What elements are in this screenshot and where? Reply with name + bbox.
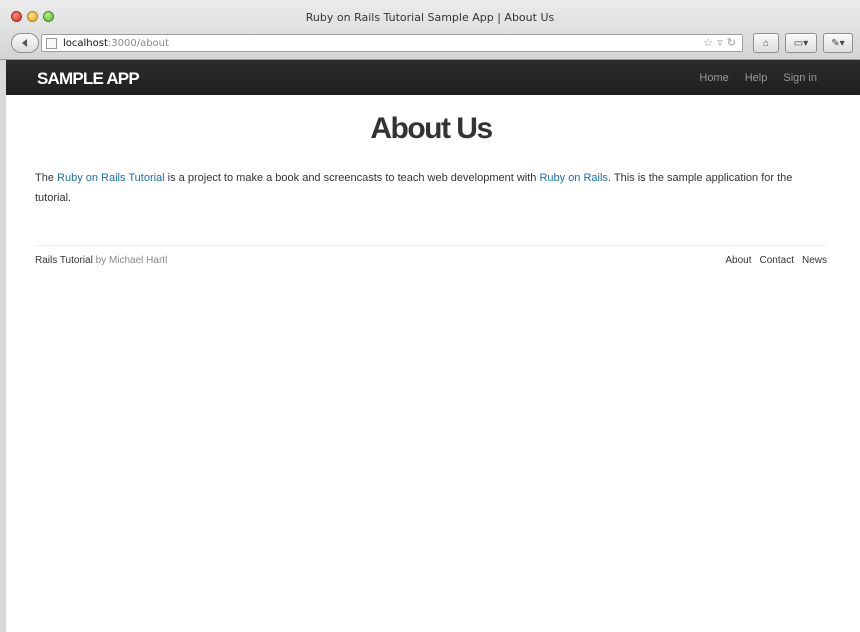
browser-window: Ruby on Rails Tutorial Sample App | Abou… [0,0,860,632]
site-logo[interactable]: SAMPLE APP [37,69,140,89]
author-link[interactable]: Michael Hartl [109,255,167,266]
site-navbar: SAMPLE APP Home Help Sign in [6,60,860,95]
extensions-button[interactable]: ✎▾ [823,33,853,53]
footer-brand: Rails Tutorial [35,255,93,266]
nav-link-help[interactable]: Help [745,72,768,84]
ruby-on-rails-link[interactable]: Ruby on Rails [539,172,607,184]
sidebar-icon: ▭▾ [793,37,809,49]
url-bar-icons: ☆ ▿ ↻ [703,36,736,49]
footer-link-news[interactable]: News [802,255,827,266]
footer-link-about[interactable]: About [725,255,751,266]
window-title: Ruby on Rails Tutorial Sample App | Abou… [305,11,555,24]
home-icon: ⌂ [762,37,770,49]
home-button[interactable]: ⌂ [753,33,779,53]
nav-link-sign-in[interactable]: Sign in [783,72,817,84]
main-content: About Us The Ruby on Rails Tutorial is a… [35,95,827,208]
rails-tutorial-link[interactable]: Ruby on Rails Tutorial [57,172,165,184]
url-host: localhost [63,37,108,49]
about-paragraph: The Ruby on Rails Tutorial is a project … [35,168,827,208]
dropdown-icon[interactable]: ▿ [717,36,723,49]
extensions-icon: ✎▾ [831,37,845,49]
footer-links: About Contact News [725,255,827,266]
footer-link-contact[interactable]: Contact [760,255,794,266]
page-icon [46,37,57,49]
back-button[interactable] [11,33,39,53]
url-path: :3000/about [107,37,169,49]
site-footer: Rails Tutorial by Michael Hartl About Co… [35,245,827,275]
nav-links: Home Help Sign in [699,72,817,84]
url-bar[interactable]: localhost :3000/about ☆ ▿ ↻ [41,34,743,52]
back-arrow-icon [22,39,27,47]
para-middle: is a project to make a book and screenca… [164,172,540,184]
sidebar-button[interactable]: ▭▾ [785,33,817,53]
bookmark-star-icon[interactable]: ☆ [703,36,713,49]
footer-by: by [92,255,109,266]
reload-icon[interactable]: ↻ [727,36,736,49]
window-edge [0,60,6,632]
nav-link-home[interactable]: Home [699,72,728,84]
para-prefix: The [35,172,58,184]
page-title: About Us [370,112,493,145]
footer-credit: Rails Tutorial by Michael Hartl [35,255,167,266]
browser-titlebar: Ruby on Rails Tutorial Sample App | Abou… [0,0,860,60]
